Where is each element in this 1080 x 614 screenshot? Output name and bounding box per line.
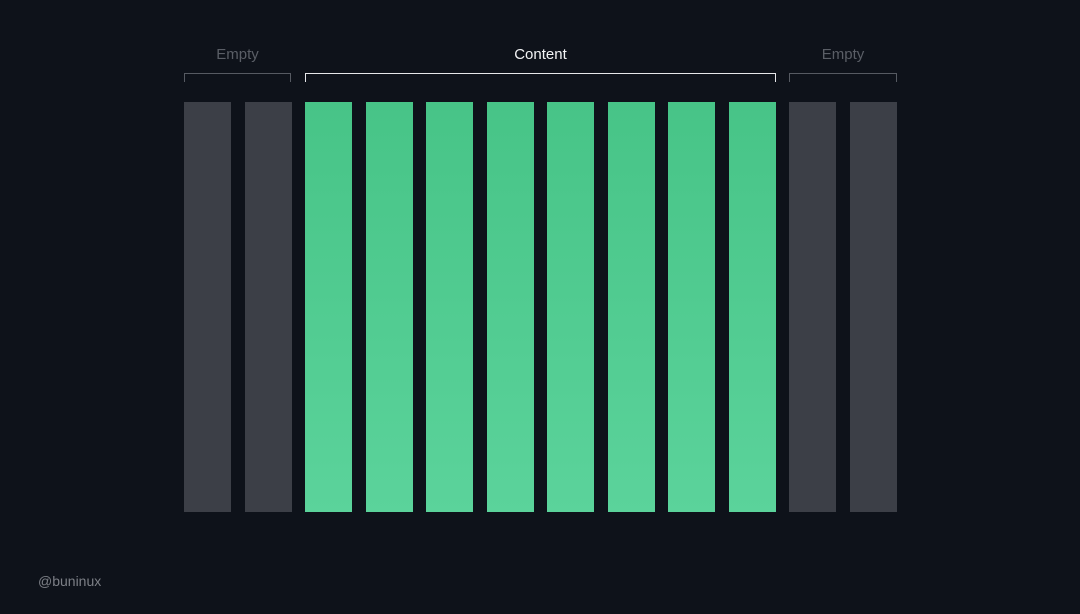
empty-column xyxy=(850,102,897,512)
content-column xyxy=(426,102,473,512)
empty-column xyxy=(245,102,292,512)
content-column xyxy=(487,102,534,512)
content-column xyxy=(547,102,594,512)
content-column xyxy=(668,102,715,512)
content-column xyxy=(305,102,352,512)
right-empty-bracket xyxy=(789,73,897,82)
content-label: Content xyxy=(514,46,567,63)
empty-column xyxy=(789,102,836,512)
grid-diagram: Empty Content Empty @buninux xyxy=(0,0,1080,614)
right-empty-label: Empty xyxy=(821,46,865,63)
content-bracket xyxy=(305,73,776,82)
author-credit: @buninux xyxy=(38,573,102,589)
content-column xyxy=(608,102,655,512)
content-column xyxy=(729,102,776,512)
empty-column xyxy=(184,102,231,512)
left-empty-bracket xyxy=(184,73,291,82)
content-column xyxy=(366,102,413,512)
left-empty-label: Empty xyxy=(216,46,259,63)
